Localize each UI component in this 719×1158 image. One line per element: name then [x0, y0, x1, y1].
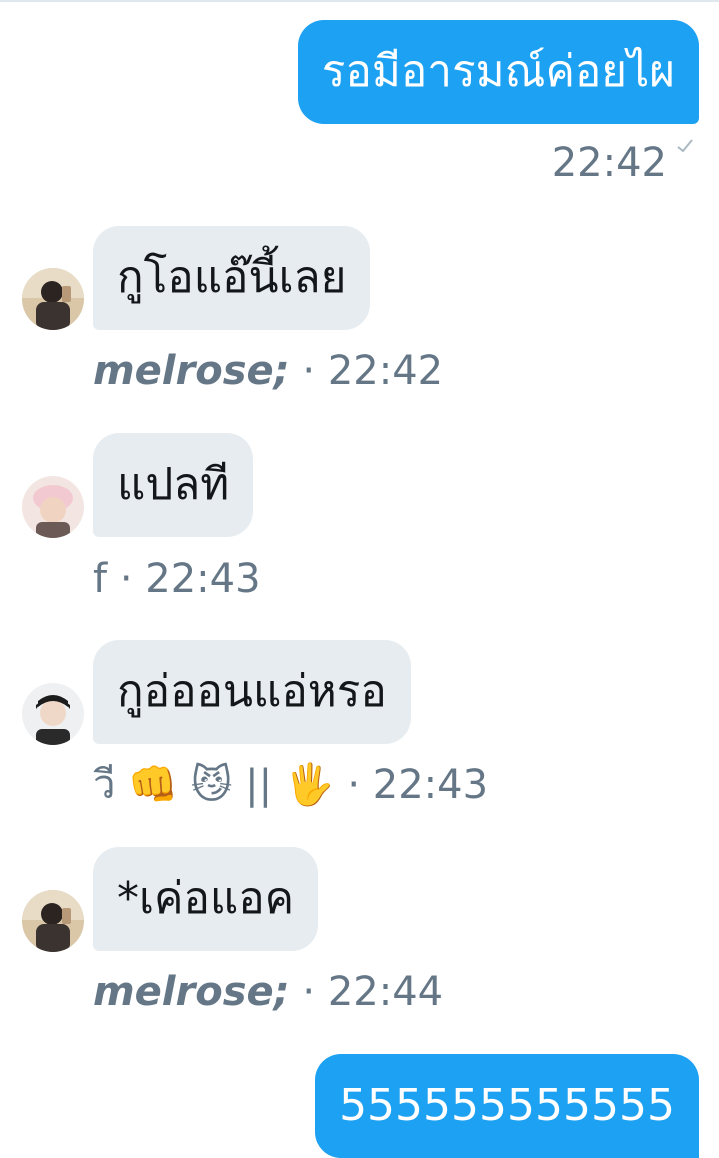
message-bubble-incoming[interactable]: กูอ่ออนแอ่หรอ	[93, 640, 411, 744]
separator-text: ||	[245, 762, 273, 808]
message-text: กูอ่ออนแอ่หรอ	[117, 666, 387, 717]
check-icon	[677, 139, 693, 153]
timestamp-text: · 22:43	[119, 556, 261, 602]
message-text: รอมีอารมณ์ค่อยไผ	[321, 46, 675, 97]
message-meta: วี 👊 😼 || 🖐 · 22:43	[93, 760, 488, 810]
message-bubble-outgoing[interactable]: 555555555555	[315, 1054, 699, 1158]
avatar[interactable]	[22, 890, 84, 952]
sender-name[interactable]: melrose;	[93, 348, 290, 394]
message-bubble-outgoing[interactable]: รอมีอารมณ์ค่อยไผ	[297, 20, 699, 124]
timestamp-text: · 22:42	[302, 348, 444, 394]
message-timestamp: 22:42	[552, 138, 667, 188]
message-bubble-incoming[interactable]: *เค่อแอค	[93, 847, 319, 951]
message-bubble-incoming[interactable]: แปลที	[93, 433, 254, 537]
sender-name[interactable]: melrose;	[93, 969, 290, 1015]
avatar[interactable]	[22, 268, 84, 330]
avatar[interactable]	[22, 476, 84, 538]
timestamp-text: · 22:44	[302, 969, 444, 1015]
message-text: 555555555555	[339, 1080, 675, 1131]
timestamp-text: · 22:43	[347, 762, 489, 808]
message-bubble-incoming[interactable]: กูโอแอ๊นี้เลย	[93, 226, 371, 330]
cat-emoji-icon: 😼	[190, 762, 233, 808]
top-divider	[0, 0, 719, 2]
hand-emoji-icon: 🖐	[284, 762, 335, 808]
sender-name[interactable]: f	[93, 556, 107, 602]
avatar[interactable]	[22, 683, 84, 745]
timestamp-text: 22:42	[551, 140, 667, 186]
sender-name[interactable]: วี	[93, 762, 115, 808]
fist-emoji-icon: 👊	[128, 762, 178, 808]
message-text: กูโอแอ๊นี้เลย	[117, 252, 347, 303]
message-text: แปลที	[117, 459, 230, 510]
message-text: *เค่อแอค	[117, 873, 295, 924]
message-meta: melrose; · 22:42	[93, 346, 443, 396]
message-meta: melrose; · 22:44	[93, 967, 443, 1017]
message-meta: f · 22:43	[93, 554, 261, 604]
